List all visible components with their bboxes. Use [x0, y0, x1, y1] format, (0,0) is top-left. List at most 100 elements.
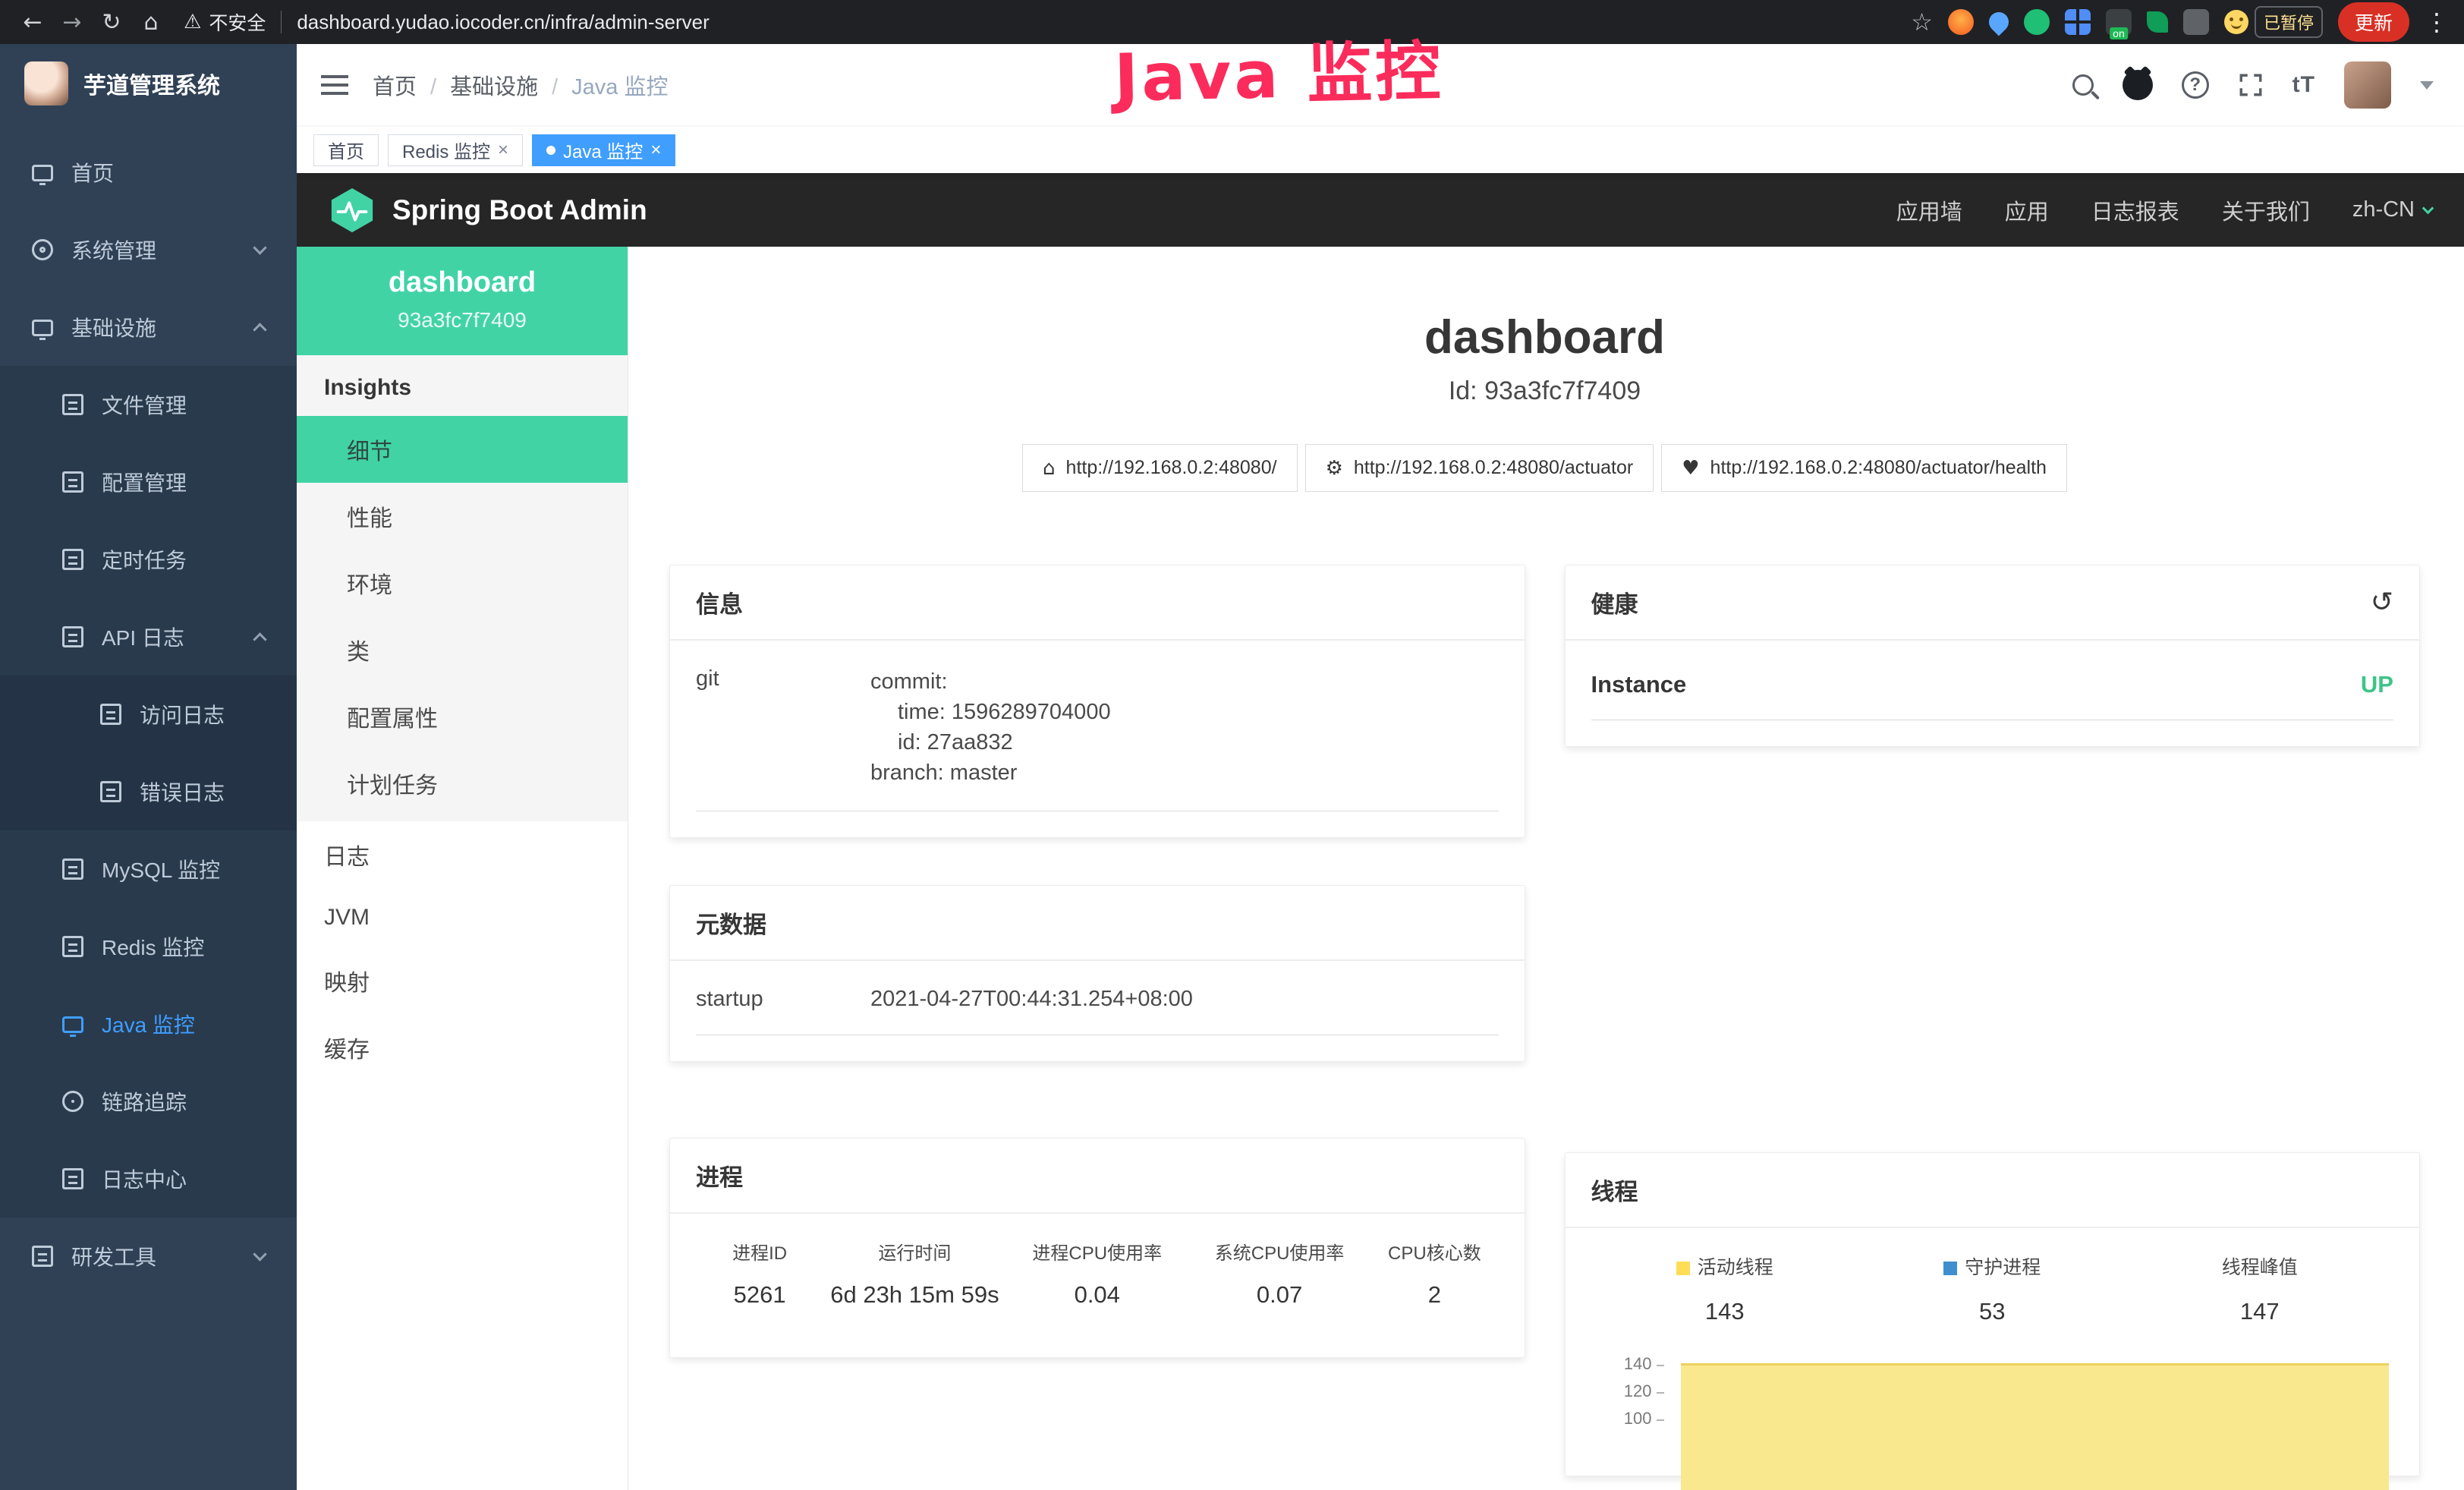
extension-icon-grid[interactable] — [2065, 9, 2091, 35]
sba-item-logs[interactable]: 日志 — [297, 821, 628, 888]
bookmark-star-icon[interactable]: ☆ — [1911, 8, 1933, 36]
back-icon[interactable]: ← — [15, 5, 50, 39]
forward-icon[interactable]: → — [55, 5, 90, 39]
tab-home[interactable]: 首页 — [313, 134, 379, 166]
sba-nav-applications[interactable]: 应用 — [2005, 194, 2049, 226]
sidebar-item-mysql-monitor[interactable]: MySQL 监控 — [0, 830, 297, 908]
sba-item-metrics[interactable]: 性能 — [297, 483, 628, 550]
health-url-link[interactable]: ♥ http://192.168.0.2:48080/actuator/heal… — [1661, 444, 2067, 492]
browser-actions: ☆ on 已暂停 更新 ⋮ — [1911, 2, 2449, 42]
browser-menu-icon[interactable]: ⋮ — [2425, 8, 2449, 36]
card-body: Instance UP — [1566, 641, 2420, 746]
paused-badge: 已暂停 — [2255, 6, 2323, 38]
sba-item-classes[interactable]: 类 — [297, 616, 628, 683]
card-title-text: 健康 — [1591, 585, 1638, 619]
sba-nav-about[interactable]: 关于我们 — [2222, 194, 2310, 226]
sidebar-item-redis-monitor[interactable]: Redis 监控 — [0, 908, 297, 985]
cell-value: 0.07 — [1188, 1281, 1370, 1309]
extension-icon-drop[interactable] — [1985, 8, 2013, 36]
card-title: 元数据 — [670, 886, 1525, 961]
sidebar-item-home[interactable]: 首页 — [0, 134, 297, 211]
font-size-icon[interactable]: tT — [2292, 72, 2315, 98]
info-value: commit: time: 1596289704000 id: 27aa832 … — [870, 666, 1111, 788]
sidebar-toggle-icon[interactable] — [297, 44, 373, 126]
extension-on-badge: on — [2110, 27, 2128, 39]
sba-item-mappings[interactable]: 映射 — [297, 947, 628, 1014]
sba-language-select[interactable]: zh-CN — [2352, 197, 2432, 222]
sba-item-config-props[interactable]: 配置属性 — [297, 683, 628, 750]
close-icon[interactable]: × — [498, 141, 508, 159]
github-icon[interactable] — [2123, 70, 2153, 100]
extension-icon-switch[interactable]: on — [2106, 9, 2132, 35]
sba-item-jvm[interactable]: JVM — [297, 888, 628, 947]
chevron-down-icon[interactable] — [2420, 81, 2434, 90]
tab-redis-monitor[interactable]: Redis 监控 × — [388, 134, 523, 166]
url-text[interactable]: dashboard.yudao.iocoder.cn/infra/admin-s… — [297, 11, 709, 34]
card-body: git commit: time: 1596289704000 id: 27aa… — [670, 641, 1525, 837]
file-icon — [62, 394, 83, 415]
sba-nav-journal[interactable]: 日志报表 — [2091, 194, 2179, 226]
actuator-url-link[interactable]: ⚙ http://192.168.0.2:48080/actuator — [1305, 444, 1654, 492]
sba-brand[interactable]: Spring Boot Admin — [329, 187, 647, 234]
search-icon[interactable] — [2072, 74, 2094, 96]
breadcrumb-infrastructure[interactable]: 基础设施 — [417, 69, 538, 101]
sidebar-item-scheduled-tasks[interactable]: 定时任务 — [0, 521, 297, 598]
sidebar-item-java-monitor[interactable]: Java 监控 — [0, 985, 297, 1063]
sba-item-scheduled-tasks[interactable]: 计划任务 — [297, 750, 628, 817]
extension-icon-leaf[interactable] — [2147, 11, 2168, 33]
sba-logo-icon — [329, 187, 376, 234]
sidebar-item-system-management[interactable]: 系统管理 — [0, 211, 297, 288]
instance-heading: dashboard Id: 93a3fc7f7409 — [669, 310, 2420, 406]
extension-icon-puzzle[interactable] — [2183, 9, 2209, 35]
extension-icon-green[interactable] — [2024, 9, 2050, 35]
sidebar-item-file-management[interactable]: 文件管理 — [0, 366, 297, 443]
fullscreen-icon[interactable] — [2238, 72, 2264, 98]
help-icon[interactable]: ? — [2182, 71, 2209, 99]
tab-label: Redis 监控 — [402, 137, 490, 163]
sba-instance-header[interactable]: dashboard 93a3fc7f7409 — [297, 247, 628, 355]
legend-value: 147 — [2126, 1298, 2394, 1325]
card-title: 健康 ↺ — [1566, 565, 2420, 641]
sba-insights-group: Insights 细节 性能 环境 类 配置属性 计划任务 — [297, 355, 628, 821]
legend-swatch-blue — [1943, 1262, 1957, 1275]
sba-nav-wallboard[interactable]: 应用墙 — [1896, 194, 1962, 226]
close-icon[interactable]: × — [650, 141, 661, 159]
main-column: 首页 基础设施 Java 监控 ? tT 首页 Redis — [297, 44, 2464, 1490]
card-title-text: 线程 — [1591, 1173, 1638, 1207]
service-url-link[interactable]: ⌂ http://192.168.0.2:48080/ — [1022, 444, 1298, 492]
reload-icon[interactable]: ↻ — [94, 5, 129, 39]
sba-content: dashboard Id: 93a3fc7f7409 ⌂ http://192.… — [628, 247, 2464, 1490]
sidebar-item-label: 链路追踪 — [102, 1086, 187, 1117]
history-icon[interactable]: ↺ — [2371, 587, 2393, 618]
app-logo-row[interactable]: 芋道管理系统 — [0, 44, 297, 123]
breadcrumb-home[interactable]: 首页 — [373, 69, 417, 101]
sidebar-item-log-center[interactable]: 日志中心 — [0, 1140, 297, 1218]
sidebar-item-access-logs[interactable]: 访问日志 — [0, 676, 297, 753]
sidebar-item-config-management[interactable]: 配置管理 — [0, 443, 297, 521]
sba-item-environment[interactable]: 环境 — [297, 550, 628, 616]
update-button[interactable]: 更新 — [2338, 2, 2409, 42]
health-instance-row[interactable]: Instance UP — [1591, 647, 2394, 720]
sidebar-item-error-logs[interactable]: 错误日志 — [0, 753, 297, 830]
info-line: commit: — [870, 666, 1111, 697]
sidebar-item-label: 配置管理 — [102, 467, 187, 497]
breadcrumb-current: Java 监控 — [538, 69, 668, 101]
sidebar-item-label: 错误日志 — [140, 777, 225, 807]
sba-item-caches[interactable]: 缓存 — [297, 1014, 628, 1081]
sidebar-item-api-logs[interactable]: API 日志 — [0, 598, 297, 676]
extension-paused[interactable]: 已暂停 — [2224, 6, 2323, 38]
timer-icon — [62, 549, 83, 570]
sidebar-item-trace[interactable]: 链路追踪 — [0, 1063, 297, 1140]
sba-item-details[interactable]: 细节 — [297, 416, 628, 483]
tab-java-monitor[interactable]: Java 监控 × — [532, 134, 675, 166]
extension-icon-fox[interactable] — [1948, 9, 1974, 35]
sidebar-item-dev-tools[interactable]: 研发工具 — [0, 1218, 297, 1295]
avatar[interactable] — [2344, 61, 2391, 109]
security-chip[interactable]: ⚠ 不安全 — [184, 8, 266, 36]
spring-boot-admin: Spring Boot Admin 应用墙 应用 日志报表 关于我们 zh-CN — [297, 173, 2464, 1490]
sidebar-item-infrastructure[interactable]: 基础设施 — [0, 288, 297, 366]
gear-icon — [32, 239, 53, 260]
home-icon[interactable]: ⌂ — [134, 5, 168, 39]
column-header: 系统CPU使用率 — [1188, 1238, 1370, 1265]
card-title: 信息 — [670, 565, 1525, 641]
